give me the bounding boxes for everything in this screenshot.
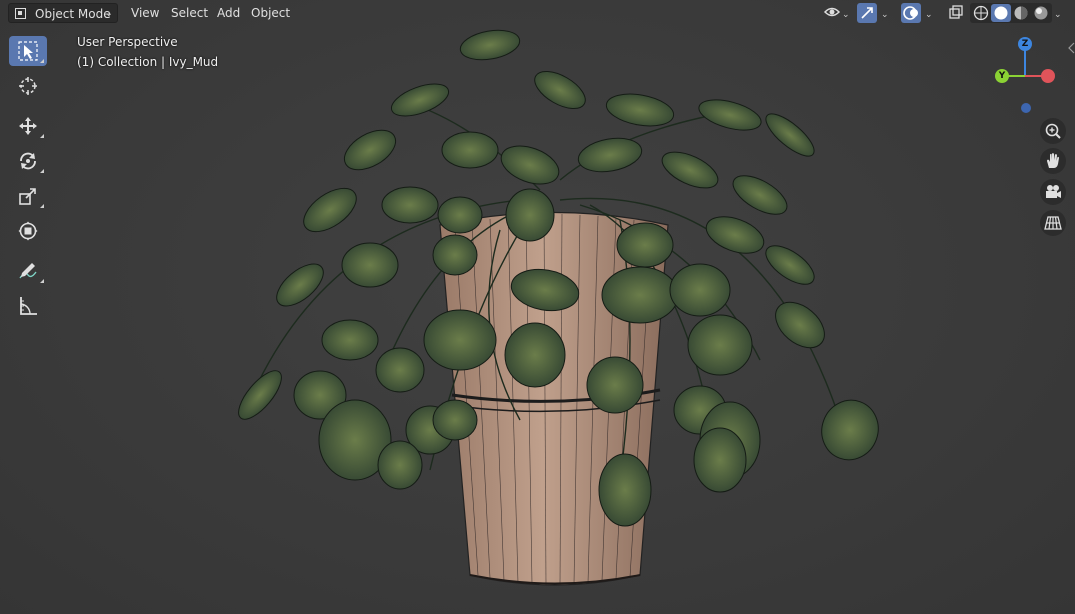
viewport-header: Object Mode ⌄ View Select Add Object ⌄ ⌄…	[0, 0, 1075, 26]
gizmo-z-axis[interactable]: Z	[1018, 37, 1032, 51]
menu-add[interactable]: Add	[211, 3, 246, 23]
shading-material-icon[interactable]	[1011, 3, 1031, 23]
gizmo-toggle-icon[interactable]	[857, 3, 877, 23]
mode-label: Object Mode	[35, 7, 111, 21]
chevron-down-icon: ⌄	[104, 8, 113, 19]
camera-view-button[interactable]	[1040, 179, 1066, 205]
visibility-dropdown[interactable]: ⌄	[822, 3, 852, 23]
sidebar-toggle-arrow-icon[interactable]	[1068, 42, 1075, 54]
menu-object[interactable]: Object	[245, 3, 296, 23]
hand-icon	[1047, 153, 1059, 168]
shading-dropdown-chevron-icon[interactable]: ⌄	[1052, 3, 1066, 23]
perspective-toggle-button[interactable]	[1040, 210, 1066, 236]
mode-dropdown[interactable]: Object Mode ⌄	[8, 3, 118, 23]
pan-button[interactable]	[1040, 148, 1066, 174]
tool-select-box[interactable]	[9, 36, 47, 66]
cursor-icon	[19, 77, 37, 95]
3d-viewport[interactable]: Object Mode ⌄ View Select Add Object ⌄ ⌄…	[0, 0, 1075, 614]
svg-text:⌄: ⌄	[1054, 10, 1062, 20]
scale-icon	[19, 188, 36, 205]
overlay-toggle-icon[interactable]	[901, 3, 921, 23]
shading-rendered-icon[interactable]	[1031, 3, 1051, 23]
tool-cursor[interactable]	[9, 71, 47, 101]
annotate-pencil-icon	[19, 263, 37, 279]
view-name-label: User Perspective	[77, 35, 178, 49]
transform-icon	[18, 221, 38, 241]
object-mode-icon	[15, 8, 26, 19]
shading-wireframe-icon[interactable]	[970, 3, 990, 23]
menu-view[interactable]: View	[125, 3, 165, 23]
ivy-pot-model[interactable]	[0, 0, 1075, 614]
gizmo-y-axis[interactable]: Y	[995, 69, 1009, 83]
tool-measure[interactable]	[9, 291, 47, 321]
tool-scale[interactable]	[9, 181, 47, 211]
svg-text:⌄: ⌄	[881, 10, 889, 20]
overlay-dropdown-chevron-icon[interactable]: ⌄	[923, 3, 937, 23]
gizmo-neg-z-axis[interactable]	[1021, 103, 1031, 113]
zoom-button[interactable]	[1040, 118, 1066, 144]
svg-text:⌄: ⌄	[842, 10, 850, 20]
rotate-icon	[20, 152, 36, 170]
gizmo-dropdown-chevron-icon[interactable]: ⌄	[879, 3, 893, 23]
tool-annotate[interactable]	[9, 256, 47, 286]
collection-info-label: (1) Collection | Ivy_Mud	[77, 55, 219, 69]
tool-rotate[interactable]	[9, 146, 47, 176]
measure-ruler-icon	[20, 297, 37, 315]
menu-select[interactable]: Select	[165, 3, 214, 23]
tool-move[interactable]	[9, 111, 47, 141]
shading-solid-icon[interactable]	[991, 3, 1011, 23]
zoom-icon	[1045, 123, 1061, 139]
select-box-icon	[18, 41, 38, 61]
svg-text:⌄: ⌄	[925, 10, 933, 20]
grid-perspective-icon	[1044, 216, 1062, 230]
camera-icon	[1046, 185, 1061, 198]
move-icon	[19, 117, 37, 135]
xray-toggle-icon[interactable]	[946, 3, 966, 23]
gizmo-x-axis[interactable]	[1041, 69, 1055, 83]
navigation-gizmo[interactable]: Z Y	[990, 36, 1060, 116]
tool-transform[interactable]	[9, 216, 47, 246]
